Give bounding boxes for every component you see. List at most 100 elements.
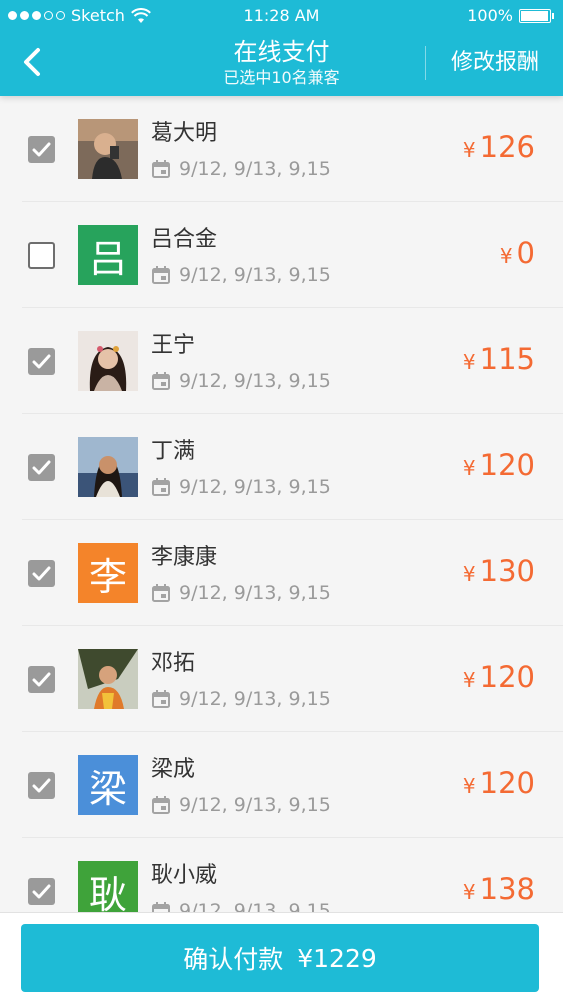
list-item[interactable]: 李李康康 9/12, 9/13, 9,15 ¥130 (0, 520, 563, 626)
checkmark-icon (32, 142, 51, 157)
total-amount: 1229 (313, 943, 377, 973)
checkmark-icon (32, 778, 51, 793)
worker-pay: ¥0 (500, 236, 535, 270)
edit-pay-button[interactable]: 修改报酬 (451, 46, 539, 80)
list-item[interactable]: 丁满 9/12, 9/13, 9,15 ¥120 (0, 414, 563, 520)
checkbox-unchecked[interactable] (28, 242, 55, 269)
battery-percent: 100% (467, 6, 513, 25)
calendar-icon (152, 372, 170, 390)
work-dates: 9/12, 9/13, 9,15 (151, 899, 331, 912)
calendar-icon (152, 584, 170, 602)
work-dates-text: 9/12, 9/13, 9,15 (179, 370, 331, 392)
checkbox-checked[interactable] (28, 136, 55, 163)
checkmark-icon (32, 354, 51, 369)
battery-icon (519, 8, 554, 23)
pay-amount: 138 (479, 872, 535, 906)
pay-currency: ¥ (462, 350, 476, 374)
list-item[interactable]: 葛大明 9/12, 9/13, 9,15 ¥126 (0, 96, 563, 202)
pay-currency: ¥ (462, 562, 476, 586)
worker-name: 梁成 (151, 757, 196, 782)
worker-name: 邓拓 (151, 651, 196, 676)
worker-pay: ¥120 (463, 660, 535, 694)
work-dates: 9/12, 9/13, 9,15 (151, 475, 331, 499)
work-dates-text: 9/12, 9/13, 9,15 (179, 794, 331, 816)
list-item[interactable]: 耿耿小威 9/12, 9/13, 9,15 ¥138 (0, 838, 563, 912)
work-dates-text: 9/12, 9/13, 9,15 (179, 900, 331, 912)
work-dates: 9/12, 9/13, 9,15 (151, 687, 331, 711)
pay-currency: ¥ (462, 774, 476, 798)
pay-amount: 115 (479, 342, 535, 376)
calendar-icon (152, 796, 170, 814)
worker-pay: ¥126 (463, 130, 535, 164)
avatar-letter: 吕 (88, 236, 127, 281)
pay-amount: 130 (479, 554, 535, 588)
work-dates: 9/12, 9/13, 9,15 (151, 157, 331, 181)
checkmark-icon (32, 460, 51, 475)
worker-name: 李康康 (151, 545, 218, 570)
worker-name: 王宁 (151, 333, 196, 358)
work-dates-text: 9/12, 9/13, 9,15 (179, 158, 331, 180)
list-item[interactable]: 梁梁成 9/12, 9/13, 9,15 ¥120 (0, 732, 563, 838)
checkmark-icon (32, 884, 51, 899)
list-item[interactable]: 邓拓 9/12, 9/13, 9,15 ¥120 (0, 626, 563, 732)
calendar-icon (152, 478, 170, 496)
checkbox-checked[interactable] (28, 454, 55, 481)
header-bar: Sketch 11:28 AM 100% 在线支付 已选中10名兼客 修改报酬 (0, 0, 563, 96)
calendar-icon (152, 902, 170, 912)
status-right: 100% (467, 6, 554, 25)
calendar-icon (152, 160, 170, 178)
worker-name: 耿小威 (151, 863, 218, 888)
pay-amount: 126 (479, 130, 535, 164)
avatar-letter: 耿 (88, 872, 127, 913)
avatar-letter: 梁 (88, 766, 127, 811)
pay-amount: 120 (479, 766, 535, 800)
pay-currency: ¥ (462, 668, 476, 692)
avatar (78, 437, 138, 497)
status-bar: Sketch 11:28 AM 100% (0, 0, 563, 32)
avatar-letter: 李 (88, 554, 127, 599)
worker-pay: ¥115 (463, 342, 535, 376)
worker-pay: ¥130 (463, 554, 535, 588)
checkbox-checked[interactable] (28, 772, 55, 799)
footer-bar: 确认付款 ¥1229 (0, 912, 563, 1001)
avatar: 李 (78, 543, 138, 603)
confirm-pay-button[interactable]: 确认付款 ¥1229 (21, 924, 539, 992)
pay-amount: 120 (479, 448, 535, 482)
battery-fill (521, 10, 548, 21)
list-item[interactable]: 吕吕合金 9/12, 9/13, 9,15 ¥0 (0, 202, 563, 308)
worker-pay: ¥138 (463, 872, 535, 906)
chevron-left-icon (24, 48, 40, 76)
work-dates-text: 9/12, 9/13, 9,15 (179, 476, 331, 498)
worker-name: 吕合金 (151, 227, 218, 252)
checkbox-checked[interactable] (28, 878, 55, 905)
pay-currency: ¥ (462, 880, 476, 904)
list-item[interactable]: 王宁 9/12, 9/13, 9,15 ¥115 (0, 308, 563, 414)
work-dates: 9/12, 9/13, 9,15 (151, 369, 331, 393)
checkbox-checked[interactable] (28, 348, 55, 375)
confirm-pay-total: ¥1229 (297, 944, 377, 973)
checkmark-icon (32, 566, 51, 581)
total-currency: ¥ (297, 943, 314, 973)
pay-currency: ¥ (462, 456, 476, 480)
worker-name: 丁满 (151, 439, 196, 464)
avatar: 吕 (78, 225, 138, 285)
back-button[interactable] (18, 44, 52, 80)
work-dates: 9/12, 9/13, 9,15 (151, 793, 331, 817)
avatar (78, 331, 138, 391)
work-dates-text: 9/12, 9/13, 9,15 (179, 582, 331, 604)
pay-currency: ¥ (499, 244, 513, 268)
worker-list[interactable]: 葛大明 9/12, 9/13, 9,15 ¥126 吕吕合金 9/12, 9/13, 9… (0, 96, 563, 912)
checkbox-checked[interactable] (28, 560, 55, 587)
calendar-icon (152, 266, 170, 284)
header-divider (425, 46, 426, 80)
checkmark-icon (32, 672, 51, 687)
calendar-icon (152, 690, 170, 708)
worker-pay: ¥120 (463, 766, 535, 800)
work-dates: 9/12, 9/13, 9,15 (151, 581, 331, 605)
work-dates-text: 9/12, 9/13, 9,15 (179, 688, 331, 710)
worker-pay: ¥120 (463, 448, 535, 482)
checkbox-checked[interactable] (28, 666, 55, 693)
avatar (78, 649, 138, 709)
confirm-pay-label: 确认付款 (183, 945, 284, 974)
worker-name: 葛大明 (151, 121, 218, 146)
